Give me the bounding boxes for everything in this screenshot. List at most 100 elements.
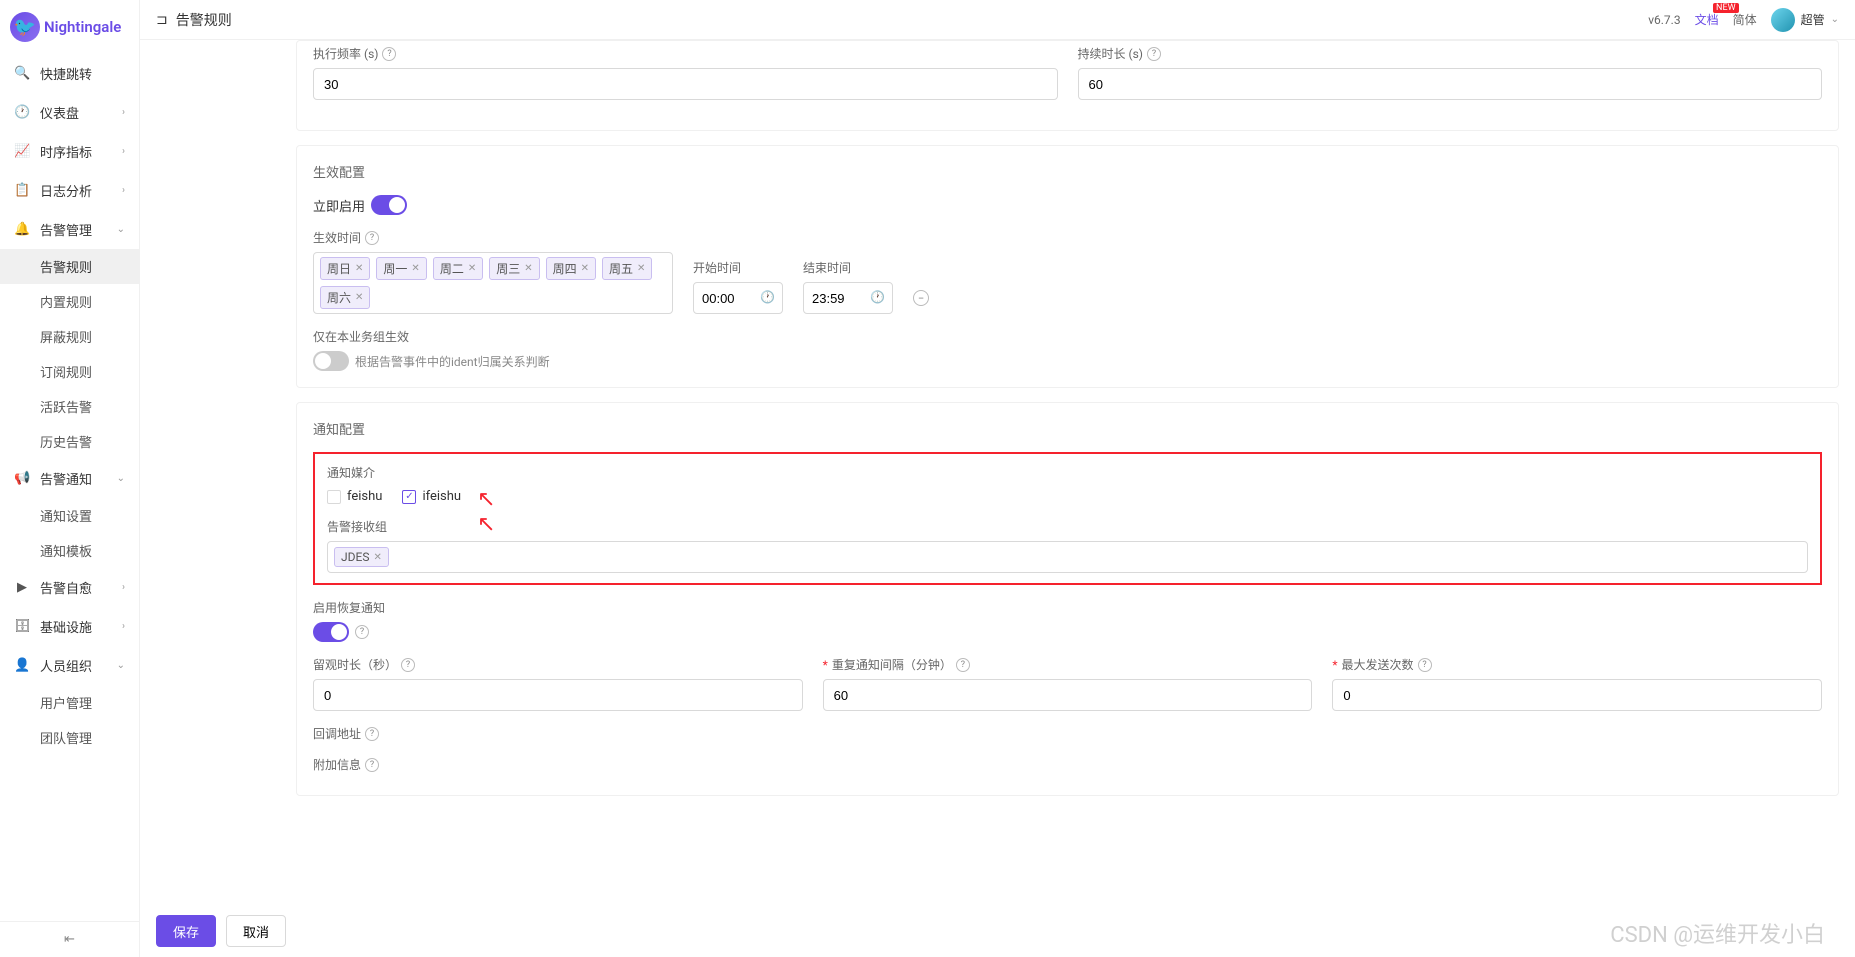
nav-sub-team-mgmt[interactable]: 团队管理 [0,720,139,755]
info-icon[interactable]: ? [365,758,379,772]
notify-recv-label: 告警接收组 [327,520,387,534]
nav-sub-notify-settings[interactable]: 通知设置 [0,498,139,533]
checkbox-icon [327,490,341,504]
nav-self-heal[interactable]: ▶告警自愈› [0,568,139,607]
header: ⊐ 告警规则 v6.7.3 文档 NEW 简体 超管 ⌄ [140,0,1855,40]
info-icon[interactable]: ? [401,658,415,672]
doc-link[interactable]: 文档 NEW [1695,11,1719,28]
notify-section: 通知配置 通知媒介 feishu ✓ ifeishu ↖ 告警接收组 [296,402,1839,796]
server-icon: 🗄 [14,619,30,634]
chevron-down-icon: ⌄ [117,224,125,235]
repeat-input[interactable] [823,679,1313,711]
nav-label: 快捷跳转 [40,64,92,83]
nav-sub-alert-rules[interactable]: 告警规则 [0,249,139,284]
save-button[interactable]: 保存 [156,915,216,947]
info-icon[interactable]: ? [1418,658,1432,672]
nav-label: 告警管理 [40,220,92,239]
nav-sub-user-mgmt[interactable]: 用户管理 [0,685,139,720]
nav-alert-mgmt[interactable]: 🔔 告警管理 ⌄ [0,210,139,249]
nav-dashboard[interactable]: 🕐 仪表盘 › [0,93,139,132]
badge-new: NEW [1713,3,1739,13]
info-icon[interactable]: ? [382,47,396,61]
chevron-right-icon: › [122,582,125,593]
nav-sub-mute-rules[interactable]: 屏蔽规则 [0,319,139,354]
chevron-down-icon: ⌄ [117,473,125,484]
scope-label: 仅在本业务组生效 [313,328,1822,345]
close-icon[interactable]: ✕ [468,263,476,274]
mute-input[interactable] [313,679,803,711]
nav-persons[interactable]: 👤人员组织⌄ [0,646,139,685]
megaphone-icon: 📢 [14,471,30,486]
chevron-right-icon: › [122,621,125,632]
checkbox-label: ifeishu [422,489,461,504]
nav-sub-builtin-rules[interactable]: 内置规则 [0,284,139,319]
nav-metrics[interactable]: 📈时序指标› [0,132,139,171]
close-icon[interactable]: ✕ [373,552,381,563]
footer-actions: 保存 取消 [156,915,286,947]
clock-icon: 🕐 [760,290,775,304]
close-icon[interactable]: ✕ [411,263,419,274]
nav-sub-notify-template[interactable]: 通知模板 [0,533,139,568]
tag-day[interactable]: 周四✕ [546,257,596,280]
close-icon[interactable]: ✕ [637,263,645,274]
tag-label: 周六 [327,289,351,306]
info-icon[interactable]: ? [365,231,379,245]
info-icon[interactable]: ? [355,625,369,639]
nav-sub-active-alerts[interactable]: 活跃告警 [0,389,139,424]
remove-row-button[interactable]: − [913,290,929,306]
logo-text: Nightingale [44,18,121,36]
scope-switch[interactable] [313,351,349,371]
chevron-right-icon: › [122,107,125,118]
tag-day[interactable]: 周一✕ [376,257,426,280]
exec-dur-input[interactable] [1078,68,1823,100]
lang-switch[interactable]: 简体 [1733,11,1757,28]
cancel-button[interactable]: 取消 [226,915,286,947]
bell-icon: 🔔 [14,222,30,237]
nav-label: 日志分析 [40,181,92,200]
extra-label: 附加信息 [313,756,361,773]
nav-infrastructure[interactable]: 🗄基础设施› [0,607,139,646]
nav-sub-sub-rules[interactable]: 订阅规则 [0,354,139,389]
close-icon[interactable]: ✕ [581,263,589,274]
close-icon[interactable]: ✕ [355,263,363,274]
tag-day[interactable]: 周六 ✕ [320,286,370,309]
main-content: 执行频率 (s) ? 持续时长 (s) ? 生效配置 立即启用 生效时间 ? [280,40,1855,957]
clock-icon: 🕐 [14,105,30,120]
enable-switch[interactable] [371,195,407,215]
tag-day[interactable]: 周日✕ [320,257,370,280]
tag-day[interactable]: 周五 ✕ [602,257,652,280]
sidebar-collapse-toggle[interactable]: ⇤ [0,921,139,957]
close-icon[interactable]: ✕ [524,263,532,274]
tag-recv[interactable]: JDES✕ [334,547,389,567]
nav-quickjump[interactable]: 🔍快捷跳转 [0,54,139,93]
version-text: v6.7.3 [1648,13,1680,27]
exec-freq-input[interactable] [313,68,1058,100]
nav-label: 仪表盘 [40,103,79,122]
notify-recv-select[interactable]: JDES✕ [327,541,1808,573]
info-icon[interactable]: ? [1147,47,1161,61]
avatar [1771,8,1795,32]
nav-list: 🔍快捷跳转 🕐 仪表盘 › 📈时序指标› 📋日志分析› 🔔 告警管理 ⌄ 告警规则 内置… [0,54,139,921]
chevron-down-icon: ⌄ [1831,14,1839,25]
max-input[interactable] [1332,679,1822,711]
media-checkbox-ifeishu[interactable]: ✓ ifeishu [402,489,461,504]
nav-sub-history-alerts[interactable]: 历史告警 [0,424,139,459]
media-checkbox-feishu[interactable]: feishu [327,489,382,504]
close-icon[interactable]: ✕ [355,292,363,303]
annotation-arrow-icon: ↖ [477,512,495,537]
user-menu[interactable]: 超管 ⌄ [1771,8,1839,32]
tag-label: 周五 [609,260,633,277]
recover-switch[interactable] [313,622,349,642]
exec-freq-label: 执行频率 (s) [313,45,378,62]
tag-day[interactable]: 周三✕ [489,257,539,280]
annotation-arrow-icon: ↖ [477,487,495,512]
logo[interactable]: 🐦 Nightingale [0,0,139,54]
nav-logs[interactable]: 📋日志分析› [0,171,139,210]
effect-days-tags[interactable]: 周日✕ 周一✕ 周二✕ 周三✕ 周四✕ 周五 ✕ 周六 ✕ [313,252,673,314]
info-icon[interactable]: ? [365,727,379,741]
clock-icon: 🕐 [870,290,885,304]
tag-day[interactable]: 周二✕ [433,257,483,280]
back-icon[interactable]: ⊐ [156,12,168,28]
nav-alert-notify[interactable]: 📢告警通知⌄ [0,459,139,498]
info-icon[interactable]: ? [956,658,970,672]
